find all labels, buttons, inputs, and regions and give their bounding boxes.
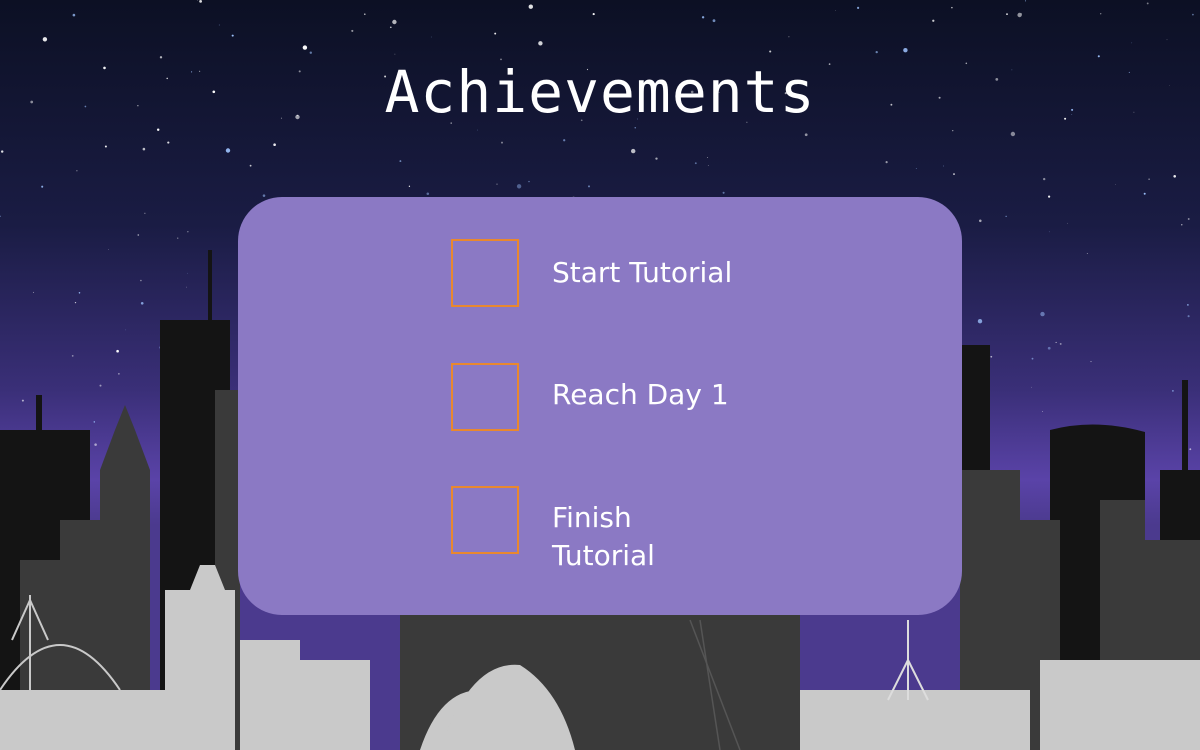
- achievement-item: Start Tutorial: [451, 239, 752, 307]
- achievement-label: Reach Day 1: [552, 378, 729, 411]
- achievement-label: Finish Tutorial: [552, 501, 655, 572]
- achievement-item: Reach Day 1: [451, 363, 752, 431]
- achievement-checkbox[interactable]: [451, 239, 519, 307]
- achievement-checkbox[interactable]: [451, 486, 519, 554]
- page-title: Achievements: [384, 58, 816, 126]
- achievement-label: Start Tutorial: [552, 256, 733, 289]
- achievements-panel: Start Tutorial Reach Day 1 Finish Tutori…: [238, 197, 962, 615]
- achievement-checkbox[interactable]: [451, 363, 519, 431]
- achievement-item: Finish Tutorial: [451, 486, 682, 575]
